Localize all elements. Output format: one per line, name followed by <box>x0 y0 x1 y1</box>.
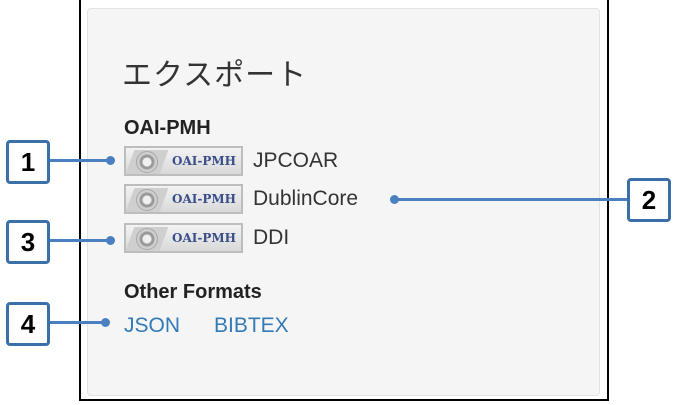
other-formats-section-label: Other Formats <box>124 281 262 303</box>
json-link[interactable]: JSON <box>124 314 180 338</box>
oai-pmh-badge-icon[interactable]: OAI-PMH <box>124 184 243 214</box>
callout-2: 2 <box>627 178 671 222</box>
bibtex-link[interactable]: BIBTEX <box>214 314 289 338</box>
oai-badge-text: OAI-PMH <box>172 154 237 168</box>
callout-2-line <box>396 198 627 201</box>
oai-pmh-section-label: OAI-PMH <box>124 117 211 139</box>
oai-pmh-badge-icon[interactable]: OAI-PMH <box>124 146 243 176</box>
ddi-link[interactable]: DDI <box>253 226 289 250</box>
callout-3: 3 <box>6 220 50 264</box>
oai-badge-text: OAI-PMH <box>172 231 237 245</box>
dublincore-link[interactable]: DublinCore <box>253 187 358 211</box>
callout-4-dot <box>101 318 110 327</box>
gear-icon <box>136 151 158 173</box>
callout-4: 4 <box>6 302 50 346</box>
oai-row-ddi[interactable]: OAI-PMH DDI <box>124 221 289 255</box>
gear-icon <box>136 228 158 250</box>
jpcoar-link[interactable]: JPCOAR <box>253 149 338 173</box>
callout-1-dot <box>106 156 115 165</box>
callout-3-dot <box>106 236 115 245</box>
callout-1: 1 <box>6 140 50 184</box>
callout-1-line <box>50 159 110 162</box>
oai-pmh-badge-icon[interactable]: OAI-PMH <box>124 223 243 253</box>
oai-row-jpcoar[interactable]: OAI-PMH JPCOAR <box>124 144 338 178</box>
callout-2-dot <box>390 195 399 204</box>
callout-4-line <box>50 321 105 324</box>
callout-3-line <box>50 239 110 242</box>
export-heading: エクスポート <box>122 58 308 93</box>
oai-row-dublincore[interactable]: OAI-PMH DublinCore <box>124 182 358 216</box>
gear-icon <box>136 189 158 211</box>
oai-badge-text: OAI-PMH <box>172 192 237 206</box>
